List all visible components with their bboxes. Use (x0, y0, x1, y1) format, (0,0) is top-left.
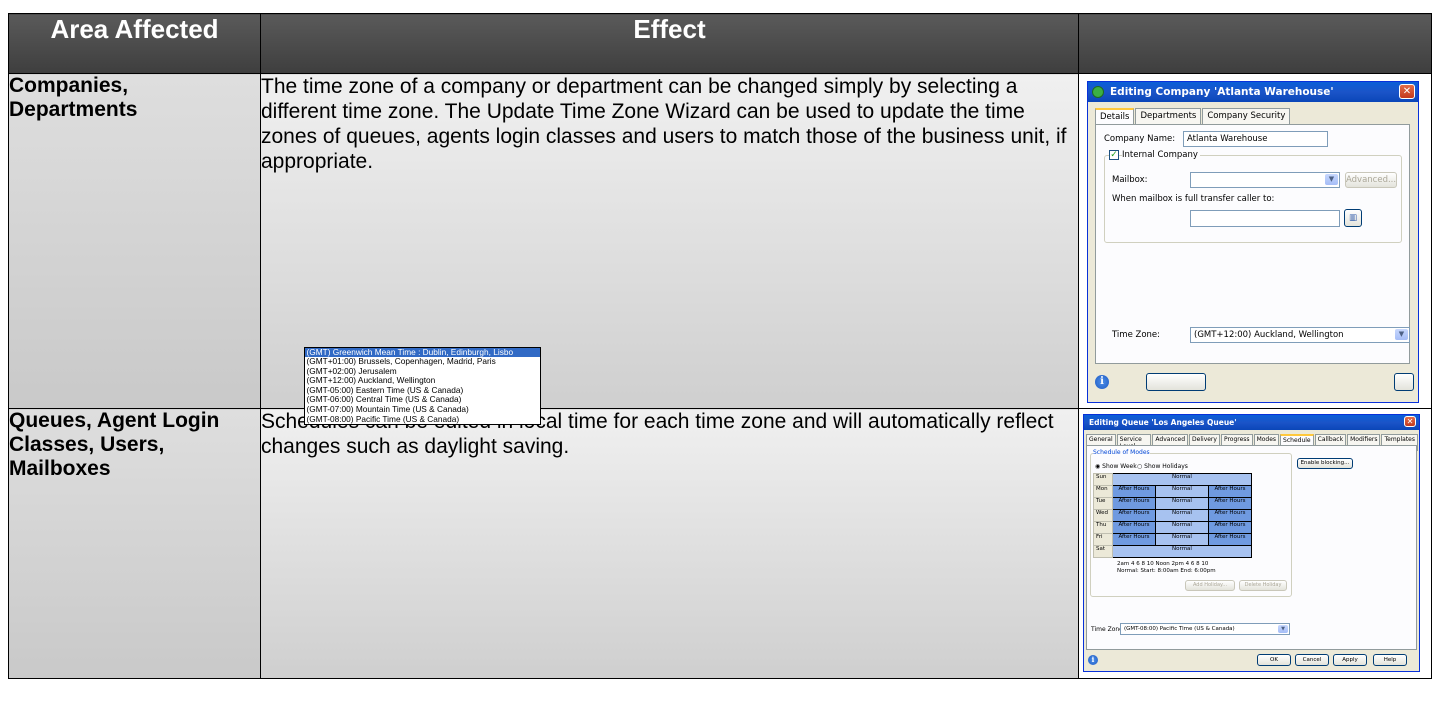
mode-cell[interactable]: After Hours (1112, 521, 1156, 534)
delete-holiday-button[interactable]: Delete Holiday (1239, 580, 1287, 591)
add-holiday-button[interactable]: Add Holiday... (1185, 580, 1235, 591)
time-zone-select[interactable]: (GMT-08:00) Pacific Time (US & Canada) (1120, 623, 1290, 635)
header-screenshot (1078, 13, 1432, 74)
screenshot-cell: Editing Queue 'Los Angeles Queue' ✕ Gene… (1078, 408, 1432, 679)
header-effect: Effect (260, 13, 1079, 74)
info-icon[interactable]: i (1088, 655, 1098, 665)
close-icon[interactable]: ✕ (1399, 84, 1415, 99)
header-area-affected: Area Affected (8, 13, 261, 74)
dialog-title: Editing Company 'Atlanta Warehouse' (1110, 86, 1334, 98)
transfer-label: When mailbox is full transfer caller to: (1112, 194, 1275, 204)
apply-button[interactable]: Apply (1333, 654, 1367, 666)
transfer-field[interactable] (1190, 210, 1340, 227)
table-row: Queues, Agent Login Classes, Users, Mail… (8, 408, 1432, 679)
mode-cell[interactable]: Normal (1155, 521, 1209, 534)
normal-hours-info: Normal: Start: 8:00am End: 6:00pm (1117, 568, 1216, 574)
time-axis-labels: 2am 4 6 8 10 Noon 2pm 4 6 8 10 (1117, 561, 1209, 567)
schedule-group-label: Schedule of Modes (1093, 449, 1150, 456)
list-item[interactable]: (GMT+12:00) Auckland, Wellington (305, 376, 540, 386)
cancel-button[interactable]: Cancel (1295, 654, 1329, 666)
schedule-grid: Sun Normal Mon After Hours Normal After Hour… (1093, 473, 1252, 558)
show-week-radio: ◉ Show Week (1095, 463, 1137, 470)
time-zone-dropdown-list: (GMT) Greenwich Mean Time : Dublin, Edin… (303, 346, 541, 426)
mode-cell[interactable]: After Hours (1112, 497, 1156, 510)
close-icon[interactable]: ✕ (1404, 416, 1416, 427)
list-item[interactable]: (GMT-08:00) Pacific Time (US & Canada) (305, 415, 540, 425)
time-zone-table: Area Affected Effect Companies, Departme… (8, 13, 1432, 679)
effect-cell: Schedules can be edited in local time fo… (260, 408, 1079, 679)
dialog-title-bar: Editing Queue 'Los Angeles Queue' ✕ (1084, 415, 1419, 430)
list-item[interactable]: (GMT-06:00) Central Time (US & Canada) (305, 395, 540, 405)
chevron-down-icon[interactable]: ▼ (1395, 329, 1408, 340)
mode-cell[interactable]: Normal (1155, 533, 1209, 546)
tab-details[interactable]: Details (1095, 108, 1135, 125)
mode-cell[interactable]: After Hours (1112, 485, 1156, 498)
list-item[interactable]: (GMT-07:00) Mountain Time (US & Canada) (305, 405, 540, 415)
tab-company-security[interactable]: Company Security (1202, 108, 1291, 125)
mode-cell[interactable]: After Hours (1208, 533, 1252, 546)
list-item[interactable]: (GMT-05:00) Eastern Time (US & Canada) (305, 386, 540, 396)
show-holidays-radio: ○ Show Holidays (1137, 463, 1188, 470)
show-week-label[interactable]: Show Week (1102, 463, 1137, 470)
internal-company-checkbox[interactable]: ✓ (1109, 150, 1119, 160)
mode-cell[interactable]: Normal (1112, 473, 1252, 486)
help-button[interactable] (1394, 373, 1414, 391)
day-label: Thu (1093, 521, 1113, 534)
enable-blocking-button[interactable]: Enable blocking... (1297, 458, 1353, 469)
mailbox-select[interactable] (1190, 172, 1340, 188)
day-label: Fri (1093, 533, 1113, 546)
day-label: Wed (1093, 509, 1113, 522)
details-panel: Company Name: Atlanta Warehouse ✓ Intern… (1095, 124, 1410, 364)
internal-company-label: Internal Company (1122, 150, 1200, 160)
dialog-title-bar: Editing Company 'Atlanta Warehouse' ✕ (1088, 82, 1418, 102)
area-cell: Companies, Departments (8, 73, 261, 409)
schedule-panel: Schedule of Modes ◉ Show Week ○ Show Hol… (1086, 445, 1417, 650)
header-row: Area Affected Effect (8, 13, 1432, 74)
address-book-icon[interactable]: ▥ (1344, 209, 1362, 227)
time-zone-label: Time Zone: (1112, 330, 1161, 340)
table-row: Companies, Departments The time zone of … (8, 73, 1432, 426)
list-item[interactable]: (GMT+02:00) Jerusalem (305, 367, 540, 377)
help-button[interactable]: Help (1373, 654, 1407, 666)
area-cell: Queues, Agent Login Classes, Users, Mail… (8, 408, 261, 679)
mode-cell[interactable]: After Hours (1208, 485, 1252, 498)
day-label: Sun (1093, 473, 1113, 486)
app-icon (1092, 86, 1104, 98)
dialog-title: Editing Queue 'Los Angeles Queue' (1089, 418, 1237, 427)
mode-cell[interactable]: Normal (1155, 485, 1209, 498)
list-item[interactable]: (GMT+01:00) Brussels, Copenhagen, Madrid… (305, 357, 540, 367)
mode-cell[interactable]: After Hours (1208, 521, 1252, 534)
day-label: Tue (1093, 497, 1113, 510)
mode-cell[interactable]: Normal (1112, 545, 1252, 558)
chevron-down-icon[interactable]: ▼ (1325, 174, 1338, 185)
mailbox-label: Mailbox: (1112, 175, 1148, 185)
edit-company-dialog: Editing Company 'Atlanta Warehouse' ✕ De… (1087, 81, 1419, 403)
chevron-down-icon[interactable]: ▼ (1278, 625, 1288, 633)
screenshot-cell: Editing Company 'Atlanta Warehouse' ✕ De… (303, 73, 1432, 426)
mode-cell[interactable]: Normal (1155, 509, 1209, 522)
mode-cell[interactable]: Normal (1155, 497, 1209, 510)
mode-cell[interactable]: After Hours (1208, 497, 1252, 510)
ok-button[interactable] (1146, 373, 1206, 391)
tab-departments[interactable]: Departments (1135, 108, 1202, 125)
tab-strip: Details Departments Company Security (1095, 108, 1291, 125)
day-label: Mon (1093, 485, 1113, 498)
company-name-field[interactable]: Atlanta Warehouse (1183, 131, 1328, 147)
mode-cell[interactable]: After Hours (1112, 533, 1156, 546)
mode-cell[interactable]: After Hours (1112, 509, 1156, 522)
ok-button[interactable]: OK (1257, 654, 1291, 666)
mode-cell[interactable]: After Hours (1208, 509, 1252, 522)
advanced-button[interactable]: Advanced... (1345, 172, 1397, 188)
edit-queue-dialog: Editing Queue 'Los Angeles Queue' ✕ Gene… (1083, 414, 1420, 672)
list-item[interactable]: (GMT) Greenwich Mean Time : Dublin, Edin… (304, 347, 540, 358)
day-label: Sat (1093, 545, 1113, 558)
time-zone-select[interactable]: (GMT+12:00) Auckland, Wellington (1190, 327, 1410, 343)
company-name-label: Company Name: (1104, 134, 1176, 144)
info-icon[interactable]: i (1095, 375, 1109, 389)
show-holidays-label[interactable]: Show Holidays (1144, 463, 1188, 470)
